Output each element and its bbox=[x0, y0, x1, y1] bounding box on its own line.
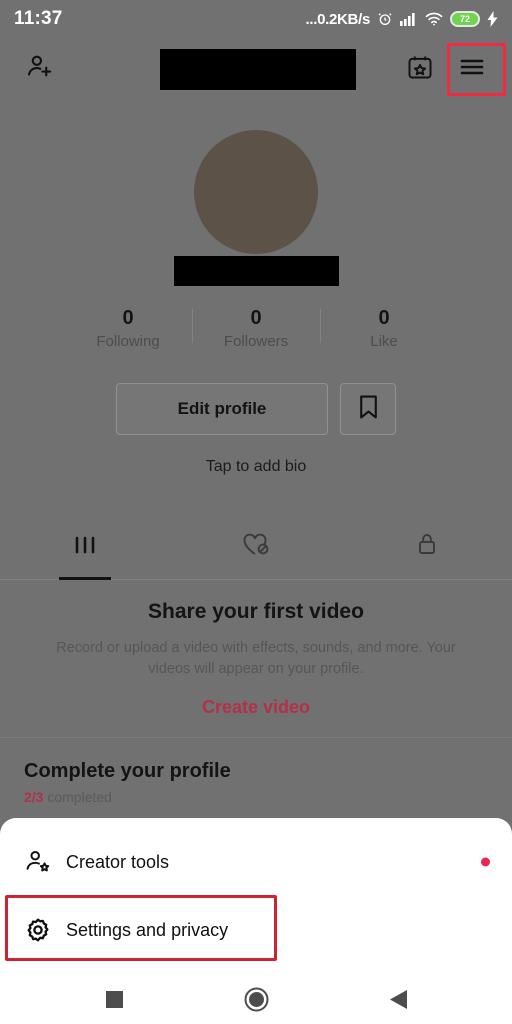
creator-tools-label: Creator tools bbox=[66, 851, 170, 872]
hamburger-menu-button[interactable] bbox=[450, 47, 494, 91]
status-bar: 11:37 ...0.2KB/s 72 bbox=[0, 0, 512, 38]
following-count: 0 bbox=[122, 307, 134, 329]
add-person-icon bbox=[25, 52, 55, 87]
bookmark-icon bbox=[356, 393, 381, 426]
back-button[interactable] bbox=[379, 983, 417, 1021]
profile-actions: Edit profile bbox=[0, 383, 512, 435]
complete-profile-progress: 2/3 completed bbox=[24, 789, 488, 805]
wifi-icon bbox=[425, 12, 443, 26]
square-recents-icon bbox=[105, 991, 123, 1013]
battery-indicator: 72 bbox=[450, 11, 480, 27]
likes-count: 0 bbox=[378, 307, 390, 329]
settings-gear-icon bbox=[24, 916, 66, 944]
circle-home-icon bbox=[244, 987, 269, 1017]
handle-redaction-bar bbox=[174, 256, 339, 286]
create-video-link[interactable]: Create video bbox=[36, 697, 476, 718]
calendar-button[interactable] bbox=[398, 47, 442, 91]
lock-private-icon bbox=[415, 531, 439, 563]
android-navigation-bar bbox=[0, 980, 512, 1024]
creator-tools-person-star-icon bbox=[24, 848, 66, 876]
followers-count: 0 bbox=[250, 307, 262, 329]
complete-profile-section[interactable]: Complete your profile 2/3 completed bbox=[0, 737, 512, 819]
edit-profile-button[interactable]: Edit profile bbox=[116, 383, 328, 435]
username-redaction-bar bbox=[160, 49, 356, 90]
empty-state: Share your first video Record or upload … bbox=[0, 600, 512, 718]
menu-item-settings-and-privacy[interactable]: Settings and privacy bbox=[0, 896, 512, 964]
tab-private[interactable] bbox=[341, 515, 512, 580]
alarm-clock-icon bbox=[377, 11, 393, 27]
bookmark-button[interactable] bbox=[340, 383, 396, 435]
followers-label: Followers bbox=[223, 333, 289, 350]
complete-profile-suffix: completed bbox=[43, 789, 112, 805]
battery-level-label: 72 bbox=[459, 13, 470, 24]
profile-avatar[interactable] bbox=[194, 130, 318, 254]
complete-profile-title: Complete your profile bbox=[24, 760, 231, 782]
home-button[interactable] bbox=[237, 983, 275, 1021]
cellular-signal-icon bbox=[400, 12, 418, 26]
empty-state-title: Share your first video bbox=[148, 600, 364, 623]
menu-item-creator-tools[interactable]: Creator tools bbox=[0, 828, 512, 896]
tab-liked[interactable] bbox=[171, 515, 342, 580]
recents-button[interactable] bbox=[95, 983, 133, 1021]
stat-following[interactable]: 0 Following bbox=[64, 305, 192, 353]
triangle-back-icon bbox=[389, 990, 407, 1014]
header-actions bbox=[398, 47, 494, 91]
add-person-button[interactable] bbox=[18, 47, 62, 91]
profile-stats: 0 Following 0 Followers 0 Like bbox=[0, 305, 512, 363]
settings-and-privacy-label: Settings and privacy bbox=[66, 919, 229, 940]
hamburger-menu-icon bbox=[457, 55, 487, 84]
grid-videos-icon bbox=[72, 533, 98, 562]
network-speed-label: ...0.2KB/s bbox=[305, 10, 370, 28]
bottom-sheet-menu: Creator tools Settings and privacy bbox=[0, 818, 512, 980]
following-label: Following bbox=[96, 333, 160, 350]
profile-tabs bbox=[0, 515, 512, 580]
complete-profile-fraction: 2/3 bbox=[24, 789, 44, 805]
creator-tools-badge-dot bbox=[481, 857, 490, 867]
calendar-star-icon bbox=[406, 53, 434, 86]
tab-videos-grid[interactable] bbox=[0, 515, 171, 580]
stat-followers[interactable]: 0 Followers bbox=[192, 305, 320, 353]
bio-placeholder[interactable]: Tap to add bio bbox=[0, 458, 512, 476]
charging-bolt-icon bbox=[487, 11, 498, 27]
status-time: 11:37 bbox=[14, 8, 63, 29]
empty-state-description: Record or upload a video with effects, s… bbox=[56, 640, 456, 677]
status-bar-indicators: ...0.2KB/s 72 bbox=[305, 11, 498, 28]
likes-label: Like bbox=[370, 333, 398, 350]
stat-likes[interactable]: 0 Like bbox=[320, 305, 448, 353]
heart-slash-liked-icon bbox=[241, 531, 271, 563]
